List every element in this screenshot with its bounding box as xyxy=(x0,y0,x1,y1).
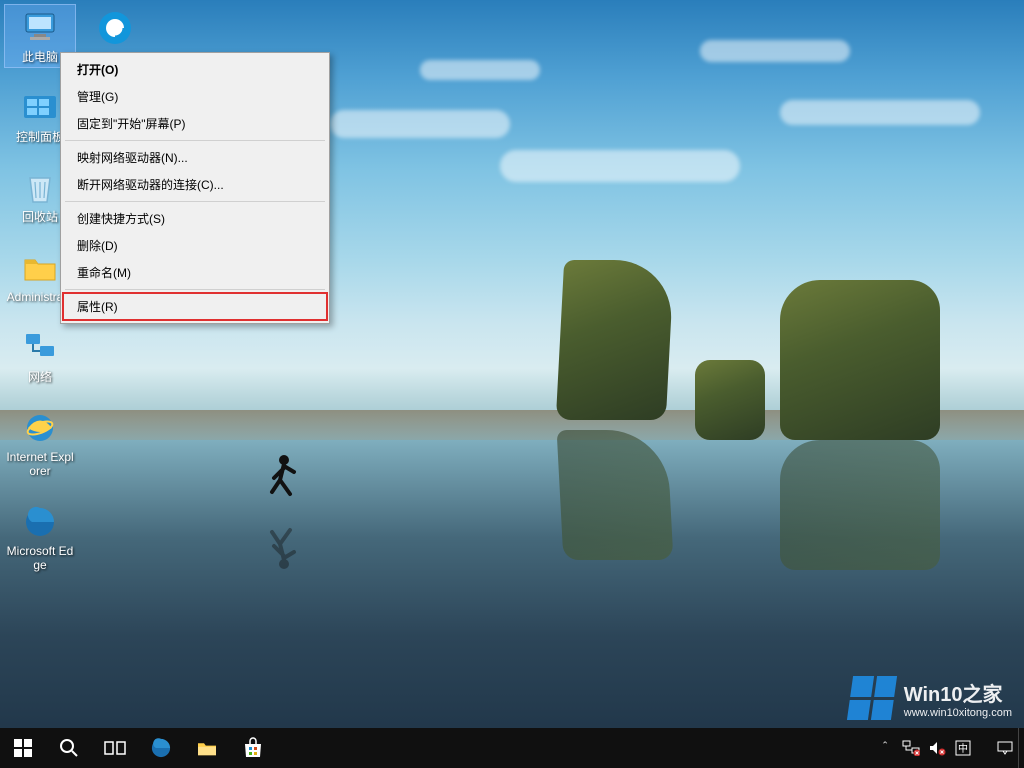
desktop-icon-network[interactable]: 网络 xyxy=(5,325,75,387)
task-view-icon xyxy=(104,739,126,757)
ime-icon: 中 xyxy=(955,740,971,756)
menu-separator xyxy=(65,201,325,202)
icon-label: 回收站 xyxy=(22,210,58,224)
search-icon xyxy=(59,738,79,758)
this-pc-icon xyxy=(20,8,60,48)
icon-label: 此电脑 xyxy=(22,50,58,64)
notification-icon xyxy=(996,740,1014,756)
wallpaper-rock xyxy=(556,260,674,420)
menu-separator xyxy=(65,140,325,141)
action-center-button[interactable] xyxy=(992,728,1018,768)
edge-icon xyxy=(20,502,60,542)
chevron-up-icon: ＾ xyxy=(878,739,891,758)
search-button[interactable] xyxy=(46,728,92,768)
file-explorer-icon xyxy=(195,736,219,760)
volume-icon xyxy=(928,740,946,756)
desktop-icons-column-2 xyxy=(80,5,150,53)
store-icon xyxy=(242,737,264,759)
menu-item-manage[interactable]: 管理(G) xyxy=(63,83,327,110)
menu-item-properties[interactable]: 属性(R) xyxy=(63,293,327,320)
wallpaper-rock xyxy=(780,280,940,440)
recycle-bin-icon xyxy=(20,168,60,208)
tencent-icon xyxy=(95,8,135,48)
menu-item-delete[interactable]: 删除(D) xyxy=(63,232,327,259)
menu-item-create-shortcut[interactable]: 创建快捷方式(S) xyxy=(63,205,327,232)
svg-text:中: 中 xyxy=(958,742,968,755)
windows-logo-icon xyxy=(14,739,32,757)
task-view-button[interactable] xyxy=(92,728,138,768)
show-desktop-button[interactable] xyxy=(1018,728,1024,768)
network-icon xyxy=(902,740,920,756)
ie-icon xyxy=(20,408,60,448)
control-panel-icon xyxy=(20,88,60,128)
desktop[interactable]: 此电脑 控制面板 回收站 Administra... 网络 xyxy=(0,0,1024,768)
taskbar-app-explorer[interactable] xyxy=(184,728,230,768)
menu-item-disconnect-network-drive[interactable]: 断开网络驱动器的连接(C)... xyxy=(63,171,327,198)
icon-label: 控制面板 xyxy=(16,130,64,144)
taskbar-app-store[interactable] xyxy=(230,728,276,768)
desktop-icon-tencent[interactable] xyxy=(80,5,150,53)
menu-separator xyxy=(65,289,325,290)
system-tray: ＾ 中 xyxy=(872,728,1024,768)
desktop-icon-ie[interactable]: Internet Explorer xyxy=(5,405,75,481)
tray-overflow-button[interactable]: ＾ xyxy=(872,728,898,768)
menu-item-map-network-drive[interactable]: 映射网络驱动器(N)... xyxy=(63,144,327,171)
tray-volume-button[interactable] xyxy=(924,728,950,768)
desktop-icon-edge[interactable]: Microsoft Edge xyxy=(5,499,75,575)
context-menu: 打开(O) 管理(G) 固定到"开始"屏幕(P) 映射网络驱动器(N)... 断… xyxy=(60,52,330,324)
taskbar-app-edge[interactable] xyxy=(138,728,184,768)
icon-label: 网络 xyxy=(28,370,52,384)
menu-item-open[interactable]: 打开(O) xyxy=(63,56,327,83)
icon-label: Microsoft Edge xyxy=(6,544,74,572)
wallpaper-rock-reflection xyxy=(780,440,940,570)
menu-item-rename[interactable]: 重命名(M) xyxy=(63,259,327,286)
taskbar: ＾ 中 xyxy=(0,728,1024,768)
folder-icon xyxy=(20,248,60,288)
start-button[interactable] xyxy=(0,728,46,768)
tray-network-button[interactable] xyxy=(898,728,924,768)
edge-icon xyxy=(148,735,174,761)
menu-item-pin-to-start[interactable]: 固定到"开始"屏幕(P) xyxy=(63,110,327,137)
wallpaper-rock xyxy=(695,360,765,440)
network-icon xyxy=(20,328,60,368)
icon-label: Internet Explorer xyxy=(6,450,74,478)
tray-ime-button[interactable]: 中 xyxy=(950,728,976,768)
